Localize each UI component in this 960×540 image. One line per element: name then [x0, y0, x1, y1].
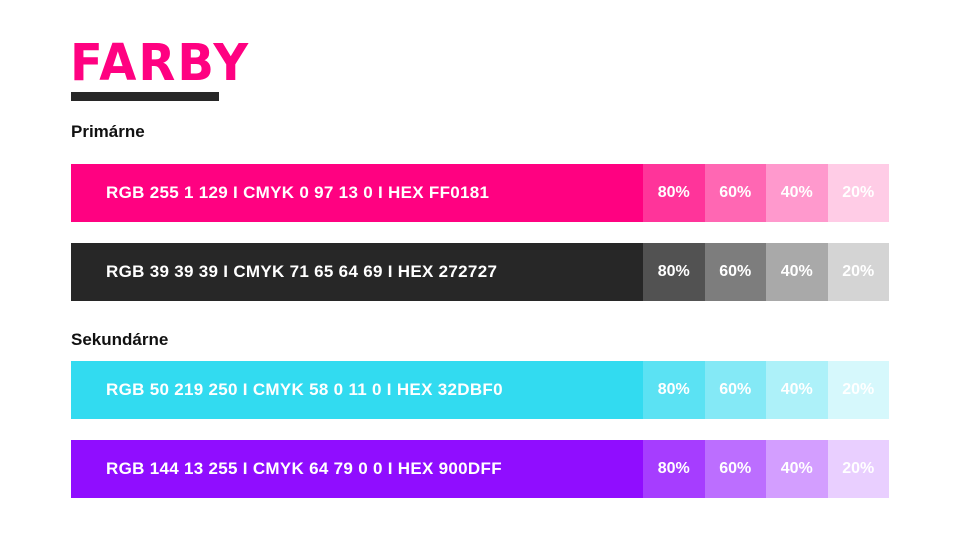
title-underline	[71, 92, 219, 101]
color-swatch-purple: RGB 144 13 255 I CMYK 64 79 0 0 I HEX 90…	[71, 440, 889, 498]
section-label-secondary: Sekundárne	[71, 330, 169, 349]
swatch-main: RGB 39 39 39 I CMYK 71 65 64 69 I HEX 27…	[71, 243, 643, 301]
color-swatch-pink: RGB 255 1 129 I CMYK 0 97 13 0 I HEX FF0…	[71, 164, 889, 222]
tint-40: 40%	[766, 361, 828, 419]
tint-60: 60%	[704, 164, 766, 222]
swatch-main: RGB 144 13 255 I CMYK 64 79 0 0 I HEX 90…	[71, 440, 643, 498]
tint-80: 80%	[643, 440, 705, 498]
tint-20: 20%	[827, 243, 889, 301]
tint-60: 60%	[704, 243, 766, 301]
tint-80: 80%	[643, 361, 705, 419]
swatch-main: RGB 255 1 129 I CMYK 0 97 13 0 I HEX FF0…	[71, 164, 643, 222]
color-swatch-dark: RGB 39 39 39 I CMYK 71 65 64 69 I HEX 27…	[71, 243, 889, 301]
tint-60: 60%	[704, 361, 766, 419]
tint-60: 60%	[704, 440, 766, 498]
tint-20: 20%	[827, 361, 889, 419]
tint-80: 80%	[643, 164, 705, 222]
color-swatch-cyan: RGB 50 219 250 I CMYK 58 0 11 0 I HEX 32…	[71, 361, 889, 419]
section-label-primary: Primárne	[71, 122, 145, 141]
tint-80: 80%	[643, 243, 705, 301]
swatch-main: RGB 50 219 250 I CMYK 58 0 11 0 I HEX 32…	[71, 361, 643, 419]
tint-40: 40%	[766, 164, 828, 222]
tint-20: 20%	[827, 164, 889, 222]
tint-40: 40%	[766, 243, 828, 301]
page-title: FARBY	[70, 33, 251, 93]
tint-20: 20%	[827, 440, 889, 498]
tint-40: 40%	[766, 440, 828, 498]
